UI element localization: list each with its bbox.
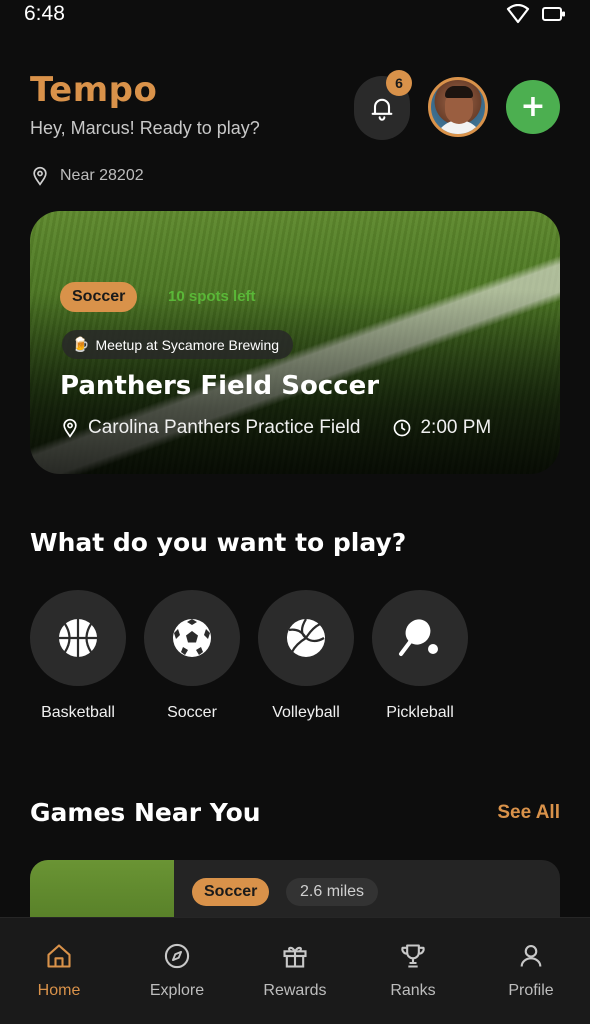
featured-game-card[interactable]: Soccer 10 spots left 🍺 Meetup at Sycamor…: [30, 211, 560, 474]
gift-icon: [283, 946, 307, 968]
sports-picker: Basketball Soccer Volleyball Pickleball: [30, 590, 468, 722]
wifi-icon: [506, 4, 530, 24]
soccer-ball-icon: [173, 619, 211, 657]
location-pin-icon: [63, 418, 77, 438]
see-all-link[interactable]: See All: [497, 802, 560, 824]
sport-label: Pickleball: [386, 704, 454, 721]
status-bar: 6:48: [0, 0, 590, 32]
nav-label: Ranks: [390, 982, 436, 999]
sport-circle: [372, 590, 468, 686]
sport-label: Volleyball: [272, 704, 340, 721]
sport-circle: [258, 590, 354, 686]
greeting-text: Hey, Marcus! Ready to play?: [30, 118, 260, 138]
status-time: 6:48: [24, 2, 65, 25]
sports-section-title: What do you want to play?: [30, 528, 407, 557]
location-row[interactable]: Near 28202: [30, 166, 144, 186]
featured-game-info: Carolina Panthers Practice Field 2:00 PM: [60, 417, 491, 439]
compass-icon: [164, 943, 190, 969]
sport-volleyball[interactable]: Volleyball: [258, 590, 354, 722]
bell-icon: [371, 98, 393, 121]
sport-soccer[interactable]: Soccer: [144, 590, 240, 722]
nav-label: Explore: [149, 982, 205, 999]
sport-circle: [30, 590, 126, 686]
sport-pickleball[interactable]: Pickleball: [372, 590, 468, 722]
location-label: Near 28202: [60, 167, 144, 184]
featured-venue: Carolina Panthers Practice Field: [88, 417, 361, 438]
status-icons: [506, 4, 566, 24]
avatar[interactable]: [428, 77, 488, 137]
sport-circle: [144, 590, 240, 686]
home-icon: [47, 944, 71, 968]
app-title: Tempo: [30, 70, 158, 110]
sport-basketball[interactable]: Basketball: [30, 590, 126, 722]
nav-label: Profile: [508, 982, 554, 999]
nav-explore[interactable]: Explore: [118, 918, 236, 1024]
trophy-icon: [401, 944, 425, 968]
notification-badge: 6: [386, 70, 412, 96]
clock-icon: [394, 419, 411, 437]
location-pin-icon: [33, 166, 47, 186]
nav-profile[interactable]: Profile: [472, 918, 590, 1024]
person-icon: [520, 945, 542, 967]
nav-label: Home: [37, 982, 81, 999]
bottom-nav: Home Explore Rewards Ranks Profile: [0, 917, 590, 1024]
featured-sport-tag: Soccer: [60, 282, 138, 312]
beer-mug-icon: 🍺: [72, 336, 90, 352]
battery-icon: [542, 7, 565, 21]
sport-label: Basketball: [41, 704, 115, 721]
featured-game-title: Panthers Field Soccer: [60, 371, 380, 401]
nav-label: Rewards: [263, 982, 327, 999]
nav-ranks[interactable]: Ranks: [354, 918, 472, 1024]
nav-home[interactable]: Home: [0, 918, 118, 1024]
add-game-button[interactable]: +: [506, 80, 560, 134]
meetup-label: Meetup at Sycamore Brewing: [95, 336, 280, 353]
featured-time: 2:00 PM: [420, 417, 492, 438]
basketball-icon: [59, 619, 97, 657]
avatar-hair: [445, 86, 473, 98]
pickleball-icon: [399, 619, 438, 656]
meetup-badge: 🍺 Meetup at Sycamore Brewing: [62, 330, 294, 359]
game-distance: 2.6 miles: [286, 878, 379, 906]
nav-rewards[interactable]: Rewards: [236, 918, 354, 1024]
games-near-title: Games Near You: [30, 798, 261, 827]
volleyball-icon: [287, 618, 325, 657]
featured-spots-left: 10 spots left: [168, 288, 256, 305]
game-sport-tag: Soccer: [192, 878, 270, 906]
sport-label: Soccer: [167, 704, 217, 721]
